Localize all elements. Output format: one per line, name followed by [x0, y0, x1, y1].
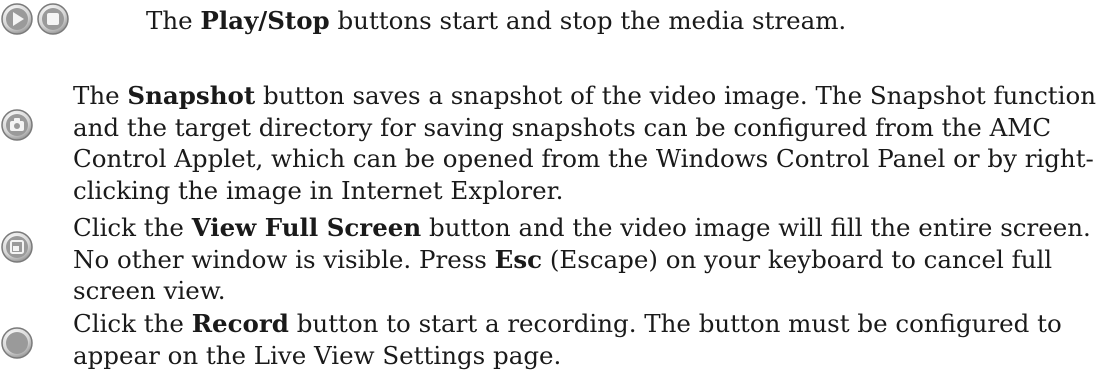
stop-icon[interactable]: [36, 2, 70, 36]
record-term: Record: [191, 309, 289, 338]
snapshot-icon[interactable]: [0, 108, 34, 142]
play-stop-row: The Play/Stop buttons start and stop the…: [0, 0, 1111, 50]
record-row: Click the Record button to start a recor…: [0, 308, 1111, 378]
snapshot-term: Snapshot: [127, 81, 256, 110]
fullscreen-term: View Full Screen: [191, 213, 422, 242]
fullscreen-row: Click the View Full Screen button and th…: [0, 212, 1111, 308]
snapshot-description: The Snapshot button saves a snapshot of …: [73, 81, 1097, 205]
play-icon[interactable]: [0, 2, 34, 36]
record-icon[interactable]: [0, 326, 34, 360]
esc-key-term: Esc: [494, 244, 543, 274]
fullscreen-description: Click the View Full Screen button and th…: [73, 213, 1091, 305]
record-description: Click the Record button to start a recor…: [73, 309, 1062, 370]
play-stop-description: The Play/Stop buttons start and stop the…: [146, 6, 847, 35]
play-stop-term: Play/Stop: [200, 6, 330, 35]
fullscreen-icon[interactable]: [0, 230, 34, 264]
snapshot-row: The Snapshot button saves a snapshot of …: [0, 80, 1111, 210]
